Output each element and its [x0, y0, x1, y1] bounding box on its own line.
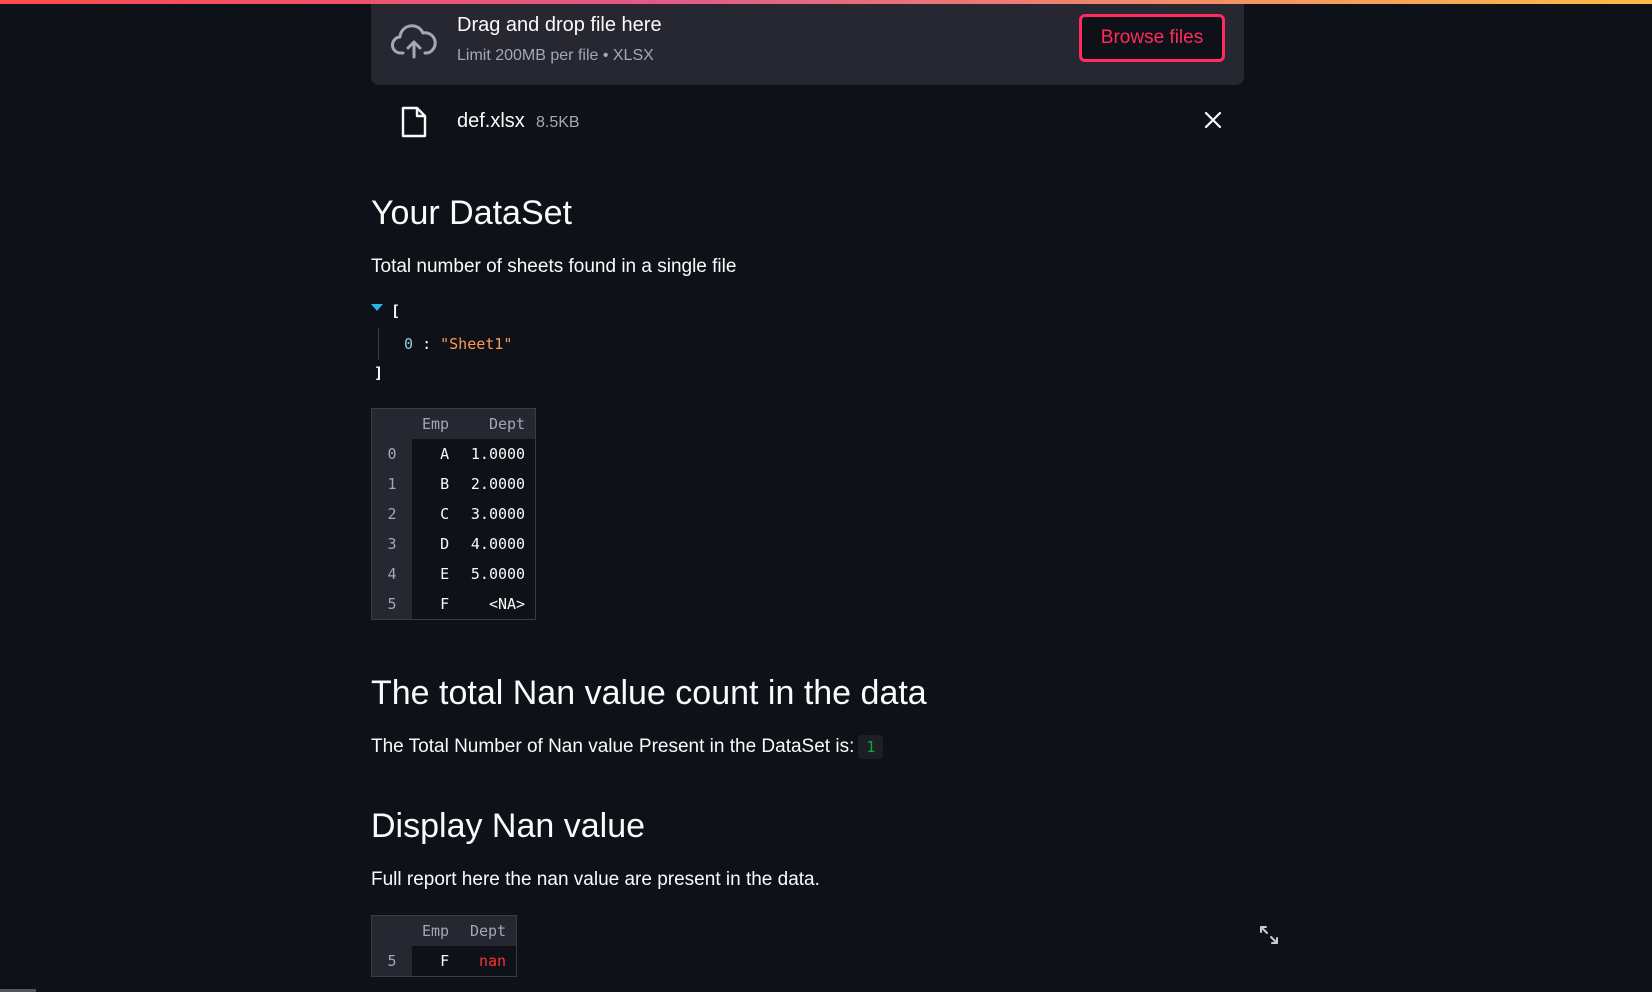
cloud-upload-icon — [391, 24, 437, 59]
cell-emp[interactable]: E — [412, 559, 459, 589]
row-index: 0 — [372, 439, 412, 469]
column-header-emp[interactable]: Emp — [412, 409, 460, 439]
cell-emp[interactable]: C — [412, 499, 459, 529]
cell-emp[interactable]: D — [412, 529, 459, 559]
row-index: 5 — [372, 946, 412, 976]
row-index: 2 — [372, 499, 412, 529]
upload-instruction: Drag and drop file here — [457, 14, 662, 36]
dataset-heading: Your DataSet — [371, 194, 572, 232]
row-index: 5 — [372, 589, 412, 619]
uploaded-file-row: def.xlsx 8.5KB — [371, 100, 1244, 146]
nan-table[interactable]: Emp Dept 5 F nan — [371, 915, 518, 977]
sheets-description: Total number of sheets found in a single… — [371, 256, 737, 277]
json-separator: : — [422, 335, 432, 353]
file-icon — [401, 106, 427, 138]
cell-dept[interactable]: 2.0000 — [459, 469, 535, 499]
close-icon[interactable] — [1201, 108, 1225, 132]
file-size: 8.5KB — [536, 114, 580, 131]
table-row: 5 F <NA> — [372, 589, 535, 619]
cell-dept[interactable]: <NA> — [459, 589, 535, 619]
fullscreen-expand-icon[interactable] — [1258, 924, 1280, 946]
json-close-bracket: ] — [374, 364, 384, 382]
nan-report-text: Full report here the nan value are prese… — [371, 869, 820, 890]
cell-dept[interactable]: 1.0000 — [459, 439, 535, 469]
nan-count-label: The Total Number of Nan value Present in… — [371, 736, 855, 758]
row-index: 1 — [372, 469, 412, 499]
json-entry: 0 : "Sheet1" — [404, 335, 512, 353]
index-header — [372, 409, 412, 439]
table-row: 5 F nan — [372, 946, 516, 976]
nan-count-heading: The total Nan value count in the data — [371, 674, 927, 712]
browse-files-button[interactable]: Browse files — [1079, 14, 1225, 62]
row-index: 3 — [372, 529, 412, 559]
table-header-row: Emp Dept — [372, 916, 517, 946]
cell-emp[interactable]: F — [412, 589, 459, 619]
file-name: def.xlsx — [457, 110, 525, 132]
table-row: 3 D 4.0000 — [372, 529, 535, 559]
table-row: 0 A 1.0000 — [372, 439, 535, 469]
column-header-dept[interactable]: Dept — [459, 916, 517, 946]
collapse-toggle-icon[interactable] — [371, 304, 383, 311]
cell-dept[interactable]: 4.0000 — [459, 529, 535, 559]
table-row: 4 E 5.0000 — [372, 559, 535, 589]
json-value: "Sheet1" — [440, 335, 513, 353]
table-row: 2 C 3.0000 — [372, 499, 535, 529]
dataset-table[interactable]: Emp Dept 0 A 1.0000 1 B 2.0000 2 C 3.000… — [371, 408, 537, 620]
cell-dept[interactable]: 3.0000 — [459, 499, 535, 529]
json-key: 0 — [404, 335, 414, 353]
column-header-dept[interactable]: Dept — [459, 409, 536, 439]
table-header-row: Emp Dept — [372, 409, 536, 439]
display-nan-heading: Display Nan value — [371, 807, 646, 845]
cell-emp[interactable]: F — [412, 946, 459, 976]
row-index: 4 — [372, 559, 412, 589]
file-uploader-dropzone[interactable]: Drag and drop file here Limit 200MB per … — [371, 4, 1244, 85]
cell-emp[interactable]: A — [412, 439, 459, 469]
nan-count-text: The Total Number of Nan value Present in… — [371, 735, 884, 759]
table-row: 1 B 2.0000 — [372, 469, 535, 499]
json-open-bracket: [ — [391, 302, 401, 320]
column-header-emp[interactable]: Emp — [412, 916, 460, 946]
nan-count-value: 1 — [858, 735, 884, 759]
json-indent-guide — [378, 328, 379, 360]
upload-limit-text: Limit 200MB per file • XLSX — [457, 47, 654, 64]
cell-dept-nan[interactable]: nan — [459, 946, 516, 976]
cell-emp[interactable]: B — [412, 469, 459, 499]
index-header — [372, 916, 412, 946]
cell-dept[interactable]: 5.0000 — [459, 559, 535, 589]
